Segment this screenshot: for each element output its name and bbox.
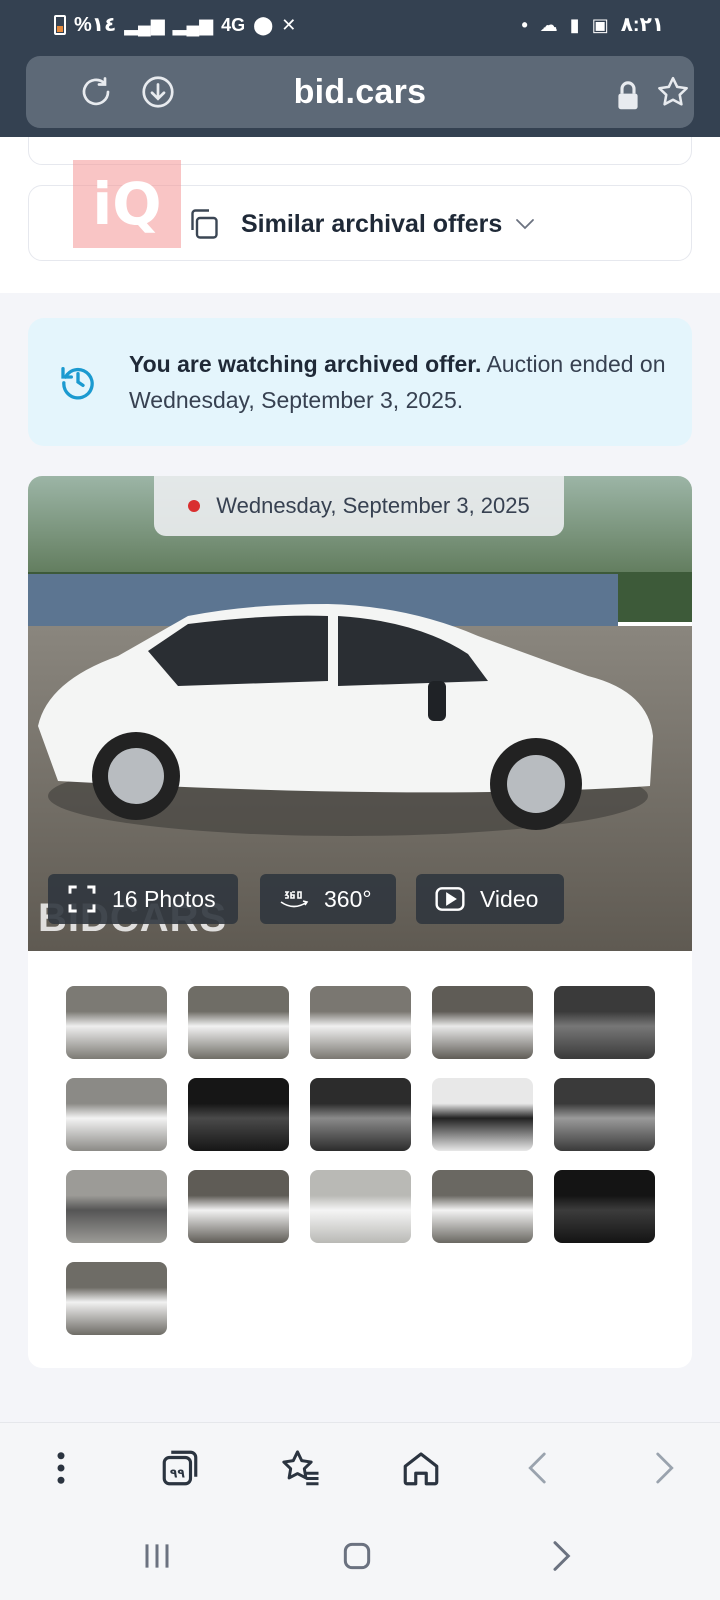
photo-gallery: Wednesday, September 3, 2025 BIDCARS 16 …: [28, 476, 692, 1368]
360-button[interactable]: 360°: [260, 874, 396, 924]
photos-button[interactable]: 16 Photos: [48, 874, 238, 924]
history-icon: [61, 367, 94, 400]
similar-offers-label: Similar archival offers: [241, 210, 503, 238]
photo-thumbnail[interactable]: [188, 1078, 289, 1151]
menu-icon[interactable]: [40, 1447, 82, 1489]
photos-label: 16 Photos: [112, 885, 216, 912]
back-icon[interactable]: [518, 1447, 560, 1489]
auction-date-chip: Wednesday, September 3, 2025: [154, 476, 564, 536]
status-right: • ☁ ▮ ▣ ٨:٢١: [521, 12, 664, 37]
iq-watermark: iQ: [73, 160, 181, 248]
main-photo[interactable]: Wednesday, September 3, 2025 BIDCARS 16 …: [28, 476, 692, 951]
360-label: 360°: [324, 885, 372, 912]
mute-icon: ✕: [281, 14, 297, 35]
notice-bold: You are watching archived offer.: [129, 351, 482, 377]
forward-icon[interactable]: [642, 1447, 684, 1489]
photo-thumbnail[interactable]: [432, 986, 533, 1059]
copy-icon: [191, 209, 218, 239]
photo-thumbnail[interactable]: [188, 1170, 289, 1243]
url-bar[interactable]: bid.cars: [26, 56, 694, 128]
photo-thumbnail[interactable]: [554, 1170, 655, 1243]
photo-thumbnail[interactable]: [554, 986, 655, 1059]
nav-back-icon[interactable]: [540, 1536, 580, 1576]
home-icon[interactable]: [400, 1447, 442, 1489]
photo-thumbnail[interactable]: [66, 1262, 167, 1335]
gallery-icon: ▣: [591, 14, 609, 35]
alert-battery-icon: ▮: [569, 14, 580, 35]
offers-section: iQ Similar archival offers: [0, 137, 720, 293]
svg-text:٩٩: ٩٩: [170, 1467, 185, 1481]
photo-thumbnail[interactable]: [188, 986, 289, 1059]
signal-icon-2: ▂▄▆: [172, 14, 214, 35]
page-content: iQ Similar archival offers You are watch…: [0, 137, 720, 1422]
status-left: %١٤ ▂▄▆ ▂▄▆ 4G ⬤ ✕: [54, 12, 296, 37]
battery-percent: %١٤: [74, 14, 117, 36]
battery-icon: [54, 14, 66, 35]
network-type: 4G: [221, 14, 246, 35]
archived-notice: You are watching archived offer. Auction…: [28, 318, 692, 446]
recent-apps-icon[interactable]: [137, 1536, 177, 1576]
photo-thumbnail[interactable]: [432, 1078, 533, 1151]
system-nav-bar: [0, 1512, 720, 1600]
signal-icon: ▂▄▆: [124, 14, 165, 35]
photo-thumbnail[interactable]: [310, 1078, 411, 1151]
url-text[interactable]: bid.cars: [26, 56, 694, 128]
tabs-icon[interactable]: ٩٩: [159, 1447, 201, 1489]
auction-date: Wednesday, September 3, 2025: [216, 493, 530, 518]
lock-icon[interactable]: [616, 78, 640, 114]
status-dot: [188, 500, 201, 512]
photo-thumbnail[interactable]: [66, 986, 167, 1059]
photo-thumbnail[interactable]: [432, 1170, 533, 1243]
photo-thumbnail[interactable]: [554, 1078, 655, 1151]
cloud-icon: ☁: [539, 14, 558, 35]
360-icon: [280, 891, 309, 908]
browser-chrome: %١٤ ▂▄▆ ▂▄▆ 4G ⬤ ✕ • ☁ ▮ ▣ ٨:٢١ bid.cars: [0, 0, 720, 137]
location-icon: ⬤: [253, 14, 274, 35]
notice-text: You are watching archived offer. Auction…: [129, 346, 669, 418]
bookmarks-icon[interactable]: [280, 1447, 322, 1489]
browser-toolbar: ٩٩: [0, 1422, 720, 1512]
similar-offers-toggle[interactable]: iQ Similar archival offers: [28, 160, 692, 261]
expand-icon: [68, 885, 96, 913]
dot-icon: •: [521, 14, 528, 35]
play-icon: [435, 887, 465, 911]
photo-thumbnail[interactable]: [310, 986, 411, 1059]
photo-thumbnail[interactable]: [310, 1170, 411, 1243]
photo-thumbnail[interactable]: [66, 1078, 167, 1151]
chevron-down-icon[interactable]: [513, 212, 537, 236]
star-icon[interactable]: [655, 74, 691, 110]
video-label: Video: [480, 885, 539, 912]
clock: ٨:٢١: [620, 14, 664, 36]
status-bar: %١٤ ▂▄▆ ▂▄▆ 4G ⬤ ✕ • ☁ ▮ ▣ ٨:٢١: [0, 0, 720, 52]
home-button-icon[interactable]: [337, 1536, 377, 1576]
video-button[interactable]: Video: [416, 874, 564, 924]
photo-thumbnail[interactable]: [66, 1170, 167, 1243]
